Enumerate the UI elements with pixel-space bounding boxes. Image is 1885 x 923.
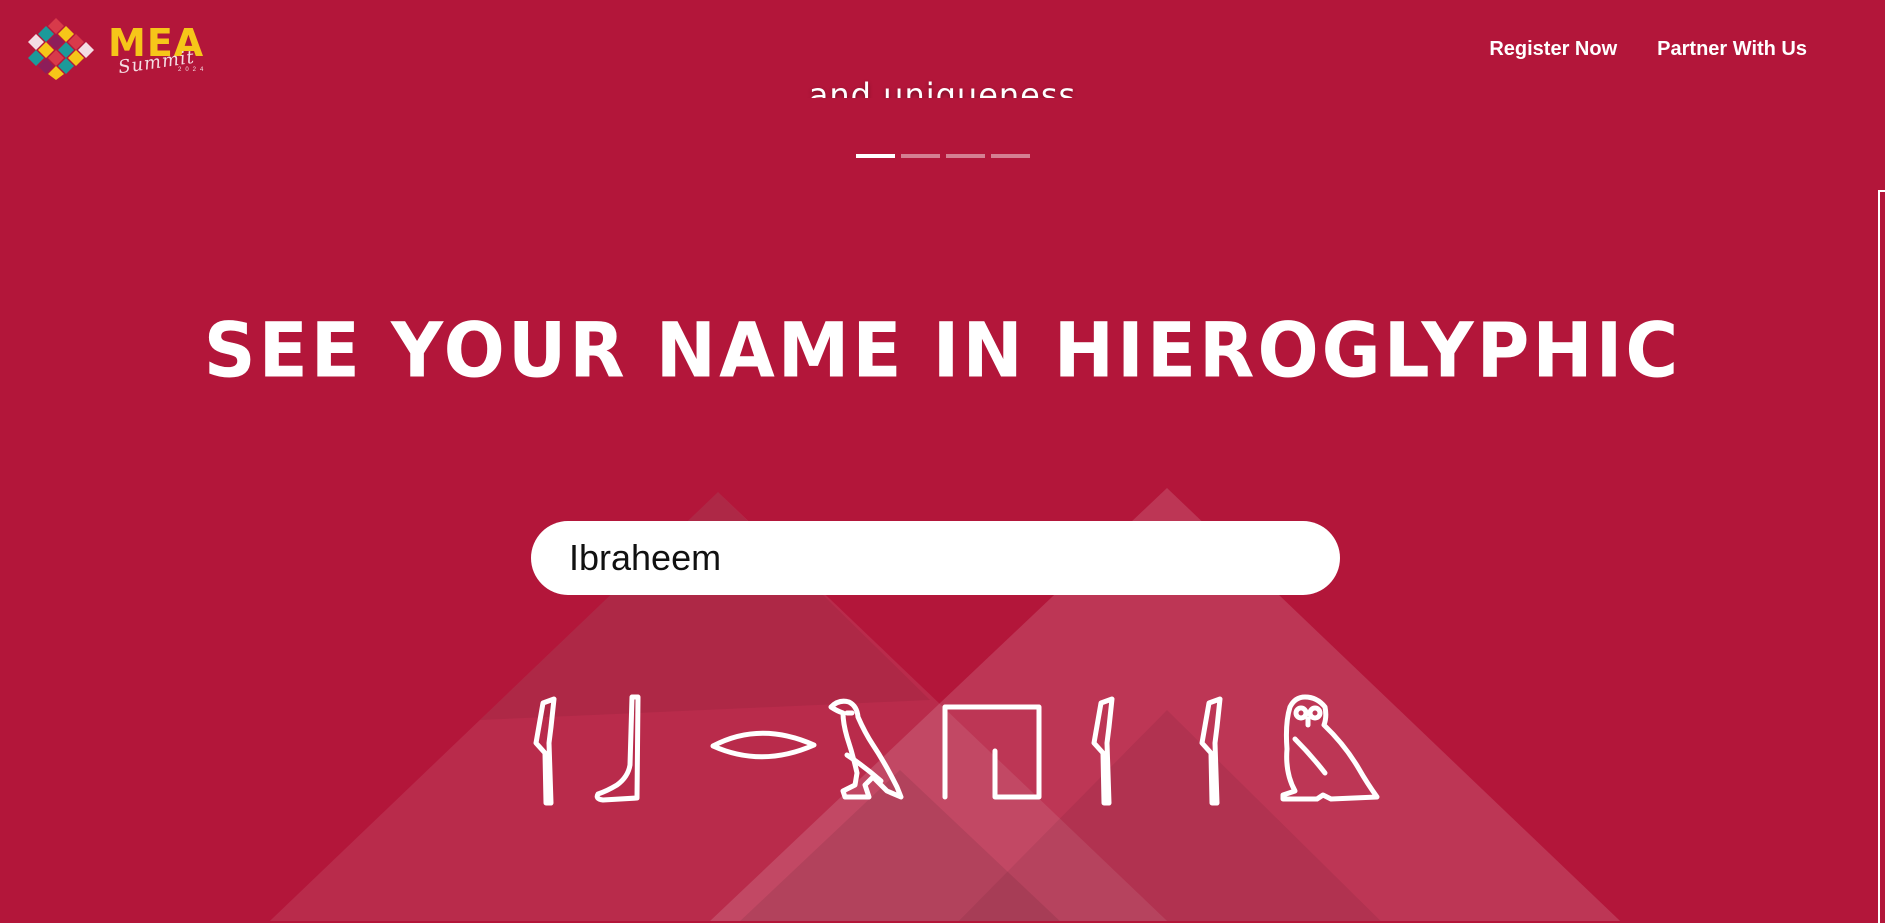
name-input[interactable] xyxy=(531,521,1340,595)
reed-leaf-icon xyxy=(1199,696,1223,806)
main-nav: Register Now Partner With Us xyxy=(1489,38,1807,61)
slider-dot-1[interactable] xyxy=(856,154,895,158)
reed-leaf-icon xyxy=(533,696,557,806)
hieroglyph-output xyxy=(533,694,1380,806)
logo-year: 2024 xyxy=(178,67,208,73)
slider-dot-3[interactable] xyxy=(946,154,985,158)
register-now-link[interactable]: Register Now xyxy=(1489,38,1617,61)
foot-icon xyxy=(594,694,641,803)
vulture-icon xyxy=(828,698,904,800)
slider-pagination xyxy=(856,154,1030,158)
mouth-icon xyxy=(710,730,817,760)
reed-leaf-icon xyxy=(1091,696,1115,806)
mea-summit-logo[interactable]: MEA Summit 2024 xyxy=(26,16,226,80)
site-header: MEA Summit 2024 Register Now Partner Wit… xyxy=(0,0,1885,100)
section-title: SEE YOUR NAME IN HIEROGLYPHIC xyxy=(203,305,1682,395)
reed-shelter-icon xyxy=(942,704,1042,800)
partner-with-us-link[interactable]: Partner With Us xyxy=(1657,38,1807,61)
slider-dot-4[interactable] xyxy=(991,154,1030,158)
slider-dot-2[interactable] xyxy=(901,154,940,158)
diamond-mosaic-icon xyxy=(28,18,94,80)
owl-icon xyxy=(1280,694,1380,802)
